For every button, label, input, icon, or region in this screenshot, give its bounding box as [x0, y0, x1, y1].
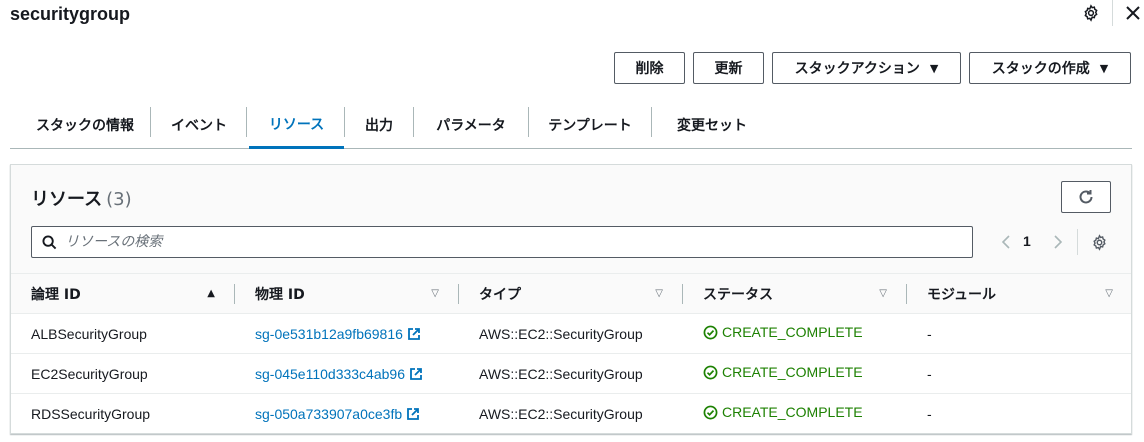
- type-cell: AWS::EC2::SecurityGroup: [459, 353, 683, 394]
- success-check-icon: [703, 325, 718, 340]
- search-field[interactable]: [31, 226, 973, 258]
- chevron-right-icon: [1053, 235, 1062, 249]
- external-link-icon: [410, 367, 422, 380]
- physical-id-cell: sg-045e110d333c4ab96: [235, 353, 459, 394]
- module-cell: -: [907, 353, 1131, 394]
- success-check-icon: [703, 405, 718, 420]
- type-cell: AWS::EC2::SecurityGroup: [459, 313, 683, 354]
- logical-id-cell: ALBSecurityGroup: [11, 313, 235, 354]
- physical-id-cell: sg-0e531b12a9fb69816: [235, 313, 459, 354]
- column-header-status[interactable]: ステータス ▽: [683, 273, 907, 314]
- status-indicator: CREATE_COMPLETE: [703, 324, 863, 340]
- tab-outputs[interactable]: 出力: [350, 101, 408, 148]
- physical-id-link[interactable]: sg-0e531b12a9fb69816: [255, 326, 421, 342]
- panel-title-text: リソース: [31, 189, 103, 210]
- column-header-label: 論理 ID: [31, 286, 81, 303]
- physical-id-text: sg-045e110d333c4ab96: [255, 365, 405, 382]
- status-cell: CREATE_COMPLETE: [683, 393, 907, 433]
- column-header-label: モジュール: [927, 286, 997, 303]
- page-title: securitygroup: [10, 4, 131, 24]
- column-header-module[interactable]: モジュール ▽: [907, 273, 1131, 314]
- refresh-button[interactable]: [1061, 181, 1111, 213]
- tab-divider: [651, 107, 652, 137]
- refresh-icon: [1079, 190, 1093, 204]
- caret-down-icon: ▼: [1099, 61, 1109, 75]
- column-header-physical-id[interactable]: 物理 ID ▽: [235, 273, 459, 314]
- tab-divider: [344, 107, 345, 137]
- chevron-left-icon: [1001, 235, 1010, 249]
- physical-id-link[interactable]: sg-045e110d333c4ab96: [255, 366, 423, 382]
- panel-title: リソース (3): [31, 185, 132, 211]
- search-input[interactable]: [65, 234, 972, 250]
- logical-id-cell: RDSSecurityGroup: [11, 393, 235, 433]
- table-row: EC2SecurityGroup sg-045e110d333c4ab96 AW…: [11, 353, 1131, 394]
- create-stack-dropdown[interactable]: スタックの作成 ▼: [969, 52, 1131, 84]
- delete-button-label: 削除: [635, 61, 664, 77]
- header-divider: [1112, 0, 1113, 26]
- status-text: CREATE_COMPLETE: [722, 404, 863, 421]
- close-icon[interactable]: [1122, 2, 1144, 24]
- status-text: CREATE_COMPLETE: [722, 324, 863, 341]
- settings-gear-icon[interactable]: [1080, 2, 1102, 24]
- physical-id-text: sg-0e531b12a9fb69816: [255, 325, 403, 342]
- tab-divider: [246, 107, 247, 137]
- sort-ascending-icon: ▲: [207, 288, 215, 299]
- tab-events[interactable]: イベント: [160, 101, 238, 148]
- physical-id-link[interactable]: sg-050a733907a0ce3fb: [255, 406, 420, 422]
- pagination-next-button[interactable]: [1050, 233, 1066, 251]
- pagination-prev-button[interactable]: [997, 233, 1013, 251]
- tab-divider: [528, 107, 529, 137]
- resources-panel: リソース(3) 1 論理 ID ▲: [10, 164, 1132, 434]
- stack-actions-label: スタックアクション: [794, 61, 920, 77]
- tab-template[interactable]: テンプレート: [534, 101, 646, 148]
- table-row: RDSSecurityGroup sg-050a733907a0ce3fb AW…: [11, 393, 1131, 433]
- resource-count: (3): [106, 189, 132, 210]
- external-link-icon: [408, 327, 420, 340]
- sort-caret-icon: ▽: [431, 288, 439, 299]
- sort-caret-icon: ▽: [879, 288, 887, 299]
- sort-caret-icon: ▽: [655, 288, 663, 299]
- caret-down-icon: ▼: [929, 61, 939, 75]
- column-header-type[interactable]: タイプ ▽: [459, 273, 683, 314]
- status-cell: CREATE_COMPLETE: [683, 353, 907, 394]
- tab-bar: スタックの情報 イベント リソース 出力 パラメータ テンプレート 変更セット: [10, 101, 1132, 149]
- update-button-label: 更新: [714, 61, 743, 77]
- resources-table: 論理 ID ▲ 物理 ID ▽ タイプ ▽ ステータス ▽ モジュール ▽ AL…: [11, 273, 1131, 433]
- status-indicator: CREATE_COMPLETE: [703, 364, 863, 380]
- module-cell: -: [907, 313, 1131, 354]
- table-header-row: 論理 ID ▲ 物理 ID ▽ タイプ ▽ ステータス ▽ モジュール ▽: [11, 273, 1131, 314]
- type-cell: AWS::EC2::SecurityGroup: [459, 393, 683, 433]
- physical-id-cell: sg-050a733907a0ce3fb: [235, 393, 459, 433]
- create-stack-label: スタックの作成: [991, 61, 1090, 77]
- status-cell: CREATE_COMPLETE: [683, 313, 907, 354]
- pagination-page-1[interactable]: 1: [1023, 233, 1031, 249]
- update-button[interactable]: 更新: [693, 52, 764, 84]
- tab-change-sets[interactable]: 変更セット: [657, 101, 767, 148]
- column-header-label: ステータス: [703, 286, 773, 303]
- delete-button[interactable]: 削除: [614, 52, 685, 84]
- table-row: ALBSecurityGroup sg-0e531b12a9fb69816 AW…: [11, 313, 1131, 354]
- logical-id-cell: EC2SecurityGroup: [11, 353, 235, 394]
- external-link-icon: [407, 407, 420, 420]
- column-header-label: 物理 ID: [255, 286, 305, 303]
- sort-caret-icon: ▽: [1105, 288, 1113, 299]
- stack-actions-dropdown[interactable]: スタックアクション ▼: [772, 52, 961, 84]
- tab-parameters[interactable]: パラメータ: [419, 101, 523, 148]
- tab-divider: [413, 107, 414, 137]
- status-text: CREATE_COMPLETE: [722, 364, 863, 381]
- tab-divider: [150, 107, 151, 137]
- physical-id-text: sg-050a733907a0ce3fb: [255, 405, 403, 422]
- search-icon: [42, 234, 57, 249]
- status-indicator: CREATE_COMPLETE: [703, 404, 863, 420]
- column-header-label: タイプ: [479, 286, 521, 303]
- success-check-icon: [703, 365, 718, 380]
- module-cell: -: [907, 393, 1131, 433]
- pagination-divider: [1077, 229, 1078, 255]
- tab-stack-info[interactable]: スタックの情報: [20, 101, 150, 148]
- table-preferences-gear-icon[interactable]: [1088, 231, 1110, 253]
- column-header-logical-id[interactable]: 論理 ID ▲: [11, 273, 235, 314]
- tab-resources[interactable]: リソース: [249, 101, 344, 149]
